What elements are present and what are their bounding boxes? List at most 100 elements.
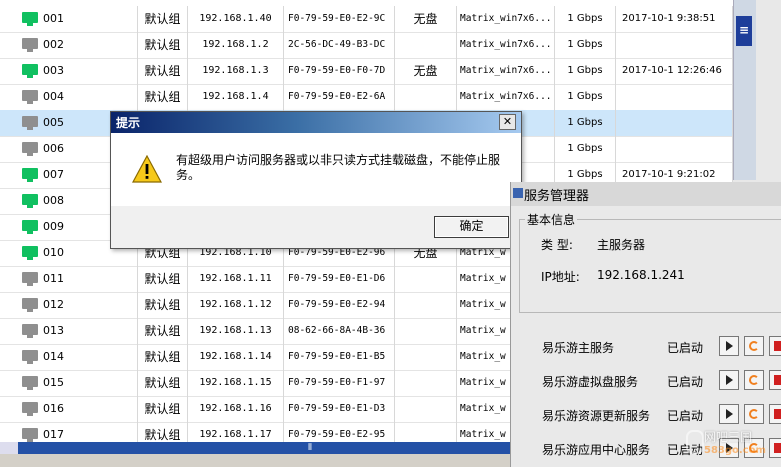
alert-body: 有超级用户访问服务器或以非只读方式挂载磁盘，不能停止服务。 <box>111 133 521 206</box>
client-mac: F0-79-59-E0-E2-9C <box>284 6 395 32</box>
alert-title-bar[interactable]: 提示 ✕ <box>111 112 521 133</box>
watermark: 网吧三国 583go.com <box>686 428 781 467</box>
client-group: 默认组 <box>138 422 188 442</box>
server-manager-panel: 服务管理器 基本信息 类 型: 主服务器 IP地址: 192.168.1.241… <box>510 182 781 467</box>
client-login-time <box>616 32 733 58</box>
client-ip: 192.168.1.13 <box>188 318 284 344</box>
client-login-time <box>616 136 733 162</box>
client-group: 默认组 <box>138 344 188 370</box>
watermark-text: 网吧三国 <box>704 430 753 444</box>
server-manager-title-bar[interactable]: 服务管理器 <box>511 182 781 206</box>
service-row: 易乐游资源更新服务 已启动 <box>511 402 781 428</box>
client-disk-mode <box>395 32 457 58</box>
service-name: 易乐游虚拟盘服务 <box>542 375 639 389</box>
stop-service-button[interactable] <box>769 370 781 390</box>
horizontal-scroll-left-button[interactable] <box>0 442 19 454</box>
client-group: 默认组 <box>138 396 188 422</box>
client-group: 默认组 <box>138 6 188 32</box>
client-group: 默认组 <box>138 370 188 396</box>
client-ip: 192.168.1.11 <box>188 266 284 292</box>
client-group: 默认组 <box>138 266 188 292</box>
start-service-button[interactable] <box>719 404 739 424</box>
start-service-button[interactable] <box>719 370 739 390</box>
client-network-speed: 1 Gbps <box>555 110 616 136</box>
client-ip: 192.168.1.12 <box>188 292 284 318</box>
client-group: 默认组 <box>138 318 188 344</box>
vertical-scrollbar-thumb[interactable]: ≡ <box>736 16 752 46</box>
service-name: 易乐游资源更新服务 <box>542 409 651 423</box>
watermark-url: 583go.com <box>704 445 766 456</box>
stop-service-button[interactable] <box>769 404 781 424</box>
client-network-speed: 1 Gbps <box>555 58 616 84</box>
client-id: 014 <box>0 344 138 370</box>
client-disk-mode <box>395 396 457 422</box>
client-group: 默认组 <box>138 292 188 318</box>
client-id: 015 <box>0 370 138 396</box>
client-image: Matrix_win7x6... <box>457 58 555 84</box>
client-id: 012 <box>0 292 138 318</box>
client-ip: 192.168.1.4 <box>188 84 284 110</box>
client-image: Matrix_win7x6... <box>457 84 555 110</box>
ok-button[interactable]: 确定 <box>434 216 509 238</box>
client-ip: 192.168.1.16 <box>188 396 284 422</box>
warning-icon <box>132 155 162 183</box>
alert-dialog: 提示 ✕ 有超级用户访问服务器或以非只读方式挂载磁盘，不能停止服务。 确定 <box>110 111 522 249</box>
server-ip-value: 192.168.1.241 <box>597 268 685 282</box>
client-id: 016 <box>0 396 138 422</box>
client-login-time <box>616 84 733 110</box>
service-name: 易乐游主服务 <box>542 341 615 355</box>
client-ip: 192.168.1.17 <box>188 422 284 442</box>
client-ip: 192.168.1.14 <box>188 344 284 370</box>
service-name: 易乐游应用中心服务 <box>542 443 651 457</box>
vertical-scrollbar-track[interactable]: ≡ <box>733 0 756 180</box>
client-disk-mode <box>395 344 457 370</box>
restart-service-button[interactable] <box>744 336 764 356</box>
table-row[interactable]: 003 默认组 192.168.1.3 F0-79-59-E0-F0-7D 无盘 Matr… <box>0 58 733 85</box>
client-mac: F0-79-59-E0-E2-6A <box>284 84 395 110</box>
client-network-speed: 1 Gbps <box>555 136 616 162</box>
restart-service-button[interactable] <box>744 370 764 390</box>
server-type-label: 类 型: <box>541 238 573 252</box>
restart-service-button[interactable] <box>744 404 764 424</box>
client-id: 001 <box>0 6 138 32</box>
horizontal-scrollbar-thumb[interactable]: ⦀ <box>18 442 510 454</box>
client-mac: 2C-56-DC-49-B3-DC <box>284 32 395 58</box>
alert-message: 有超级用户访问服务器或以非只读方式挂载磁盘，不能停止服务。 <box>176 153 501 182</box>
client-disk-mode <box>395 422 457 442</box>
client-mac: F0-79-59-E0-F1-97 <box>284 370 395 396</box>
client-mac: F0-79-59-E0-F0-7D <box>284 58 395 84</box>
client-image: Matrix_win7x6... <box>457 6 555 32</box>
service-status: 已启动 <box>667 409 704 423</box>
client-disk-mode: 无盘 <box>395 58 457 84</box>
client-login-time: 2017-10-1 12:26:46 <box>616 58 733 84</box>
client-login-time: 2017-10-1 9:38:51 <box>616 6 733 32</box>
client-mac: 08-62-66-8A-4B-36 <box>284 318 395 344</box>
client-group: 默认组 <box>138 84 188 110</box>
table-row[interactable]: 004 默认组 192.168.1.4 F0-79-59-E0-E2-6A Matrix… <box>0 84 733 111</box>
service-row: 易乐游虚拟盘服务 已启动 <box>511 368 781 394</box>
table-row[interactable]: 002 默认组 192.168.1.2 2C-56-DC-49-B3-DC Matrix… <box>0 32 733 59</box>
client-mac: F0-79-59-E0-E1-D3 <box>284 396 395 422</box>
client-id: 011 <box>0 266 138 292</box>
start-service-button[interactable] <box>719 336 739 356</box>
client-image: Matrix_win7x6... <box>457 32 555 58</box>
server-ip-label: IP地址: <box>541 270 580 284</box>
service-status: 已启动 <box>667 341 704 355</box>
client-disk-mode: 无盘 <box>395 6 457 32</box>
alert-close-button[interactable]: ✕ <box>499 114 516 130</box>
status-strip <box>0 454 510 467</box>
client-id: 013 <box>0 318 138 344</box>
client-network-speed: 1 Gbps <box>555 84 616 110</box>
client-id: 002 <box>0 32 138 58</box>
client-disk-mode <box>395 370 457 396</box>
stop-service-button[interactable] <box>769 336 781 356</box>
client-id: 004 <box>0 84 138 110</box>
client-id: 017 <box>0 422 138 442</box>
basic-info-legend: 基本信息 <box>525 211 578 228</box>
client-disk-mode <box>395 292 457 318</box>
server-app-icon <box>513 188 523 198</box>
table-row[interactable]: 001 默认组 192.168.1.40 F0-79-59-E0-E2-9C 无盘 Mat… <box>0 6 733 33</box>
client-disk-mode <box>395 266 457 292</box>
scroll-grip-icon: ⦀ <box>308 443 312 453</box>
client-network-speed: 1 Gbps <box>555 32 616 58</box>
